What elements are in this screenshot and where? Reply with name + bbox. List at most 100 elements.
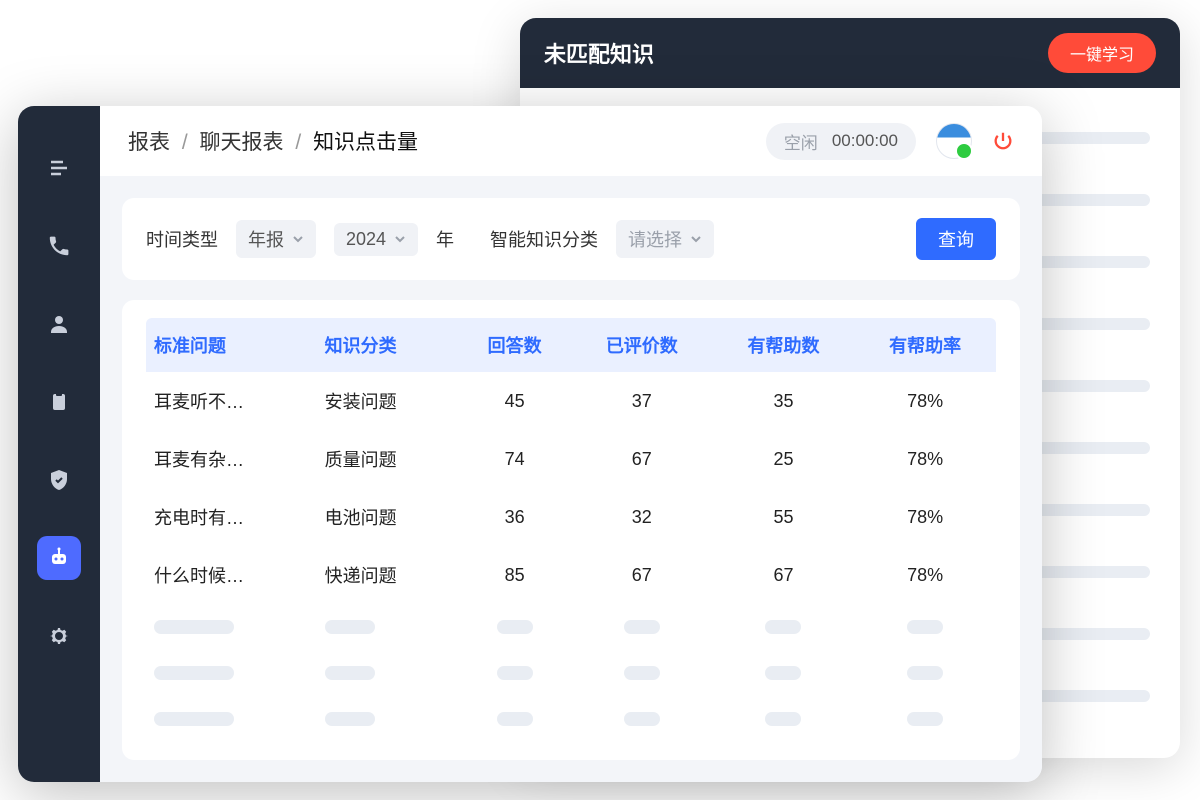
placeholder-cell bbox=[713, 604, 855, 650]
cell-rate: 78% bbox=[854, 546, 996, 604]
year-suffix: 年 bbox=[436, 226, 454, 252]
status-timer: 00:00:00 bbox=[832, 131, 898, 151]
placeholder-cell bbox=[571, 696, 713, 742]
placeholder-cell bbox=[458, 696, 571, 742]
placeholder-cell bbox=[317, 650, 459, 696]
year-select-value: 2024 bbox=[346, 229, 386, 250]
cell-cat: 电池问题 bbox=[317, 488, 459, 546]
breadcrumb-mid[interactable]: 聊天报表 bbox=[200, 131, 284, 154]
period-select-value: 年报 bbox=[248, 226, 284, 252]
status-label: 空闲 bbox=[784, 129, 818, 154]
sidebar-item-clipboard[interactable] bbox=[37, 380, 81, 424]
main-panel: 报表 / 聊天报表 / 知识点击量 空闲 00:00:00 时间类型 年报 bbox=[100, 106, 1042, 782]
cell-helpful: 55 bbox=[713, 488, 855, 546]
one-click-learn-button[interactable]: 一键学习 bbox=[1048, 33, 1156, 73]
table-row[interactable]: 充电时有…电池问题36325578% bbox=[146, 488, 996, 546]
category-select-placeholder: 请选择 bbox=[628, 226, 682, 252]
avatar[interactable] bbox=[936, 123, 972, 159]
cell-cat: 安装问题 bbox=[317, 372, 459, 430]
sidebar bbox=[18, 106, 100, 782]
chevron-down-icon bbox=[394, 233, 406, 245]
sidebar-item-call[interactable] bbox=[37, 224, 81, 268]
placeholder-cell bbox=[713, 696, 855, 742]
cell-rate: 78% bbox=[854, 372, 996, 430]
status-pill[interactable]: 空闲 00:00:00 bbox=[766, 123, 916, 160]
shield-icon bbox=[47, 468, 71, 492]
cell-rated: 67 bbox=[571, 546, 713, 604]
cell-q: 什么时候… bbox=[146, 546, 317, 604]
chevron-down-icon bbox=[292, 233, 304, 245]
cell-answers: 36 bbox=[458, 488, 571, 546]
col-category: 知识分类 bbox=[317, 318, 459, 372]
cell-helpful: 35 bbox=[713, 372, 855, 430]
menu-icon bbox=[47, 156, 71, 180]
table-row-placeholder bbox=[146, 650, 996, 696]
breadcrumb-root[interactable]: 报表 bbox=[128, 131, 170, 154]
gear-icon bbox=[47, 624, 71, 648]
cell-q: 耳麦有杂… bbox=[146, 430, 317, 488]
breadcrumb-separator: / bbox=[182, 131, 188, 154]
cell-rate: 78% bbox=[854, 430, 996, 488]
chevron-down-icon bbox=[690, 233, 702, 245]
category-label: 智能知识分类 bbox=[490, 226, 598, 252]
placeholder-cell bbox=[854, 650, 996, 696]
placeholder-cell bbox=[571, 604, 713, 650]
placeholder-cell bbox=[317, 604, 459, 650]
table-row[interactable]: 什么时候…快递问题85676778% bbox=[146, 546, 996, 604]
user-icon bbox=[47, 312, 71, 336]
filter-bar: 时间类型 年报 2024 年 智能知识分类 请选择 查询 bbox=[122, 198, 1020, 280]
breadcrumb-current: 知识点击量 bbox=[313, 131, 418, 154]
placeholder-cell bbox=[458, 604, 571, 650]
query-button[interactable]: 查询 bbox=[916, 218, 996, 260]
topbar: 报表 / 聊天报表 / 知识点击量 空闲 00:00:00 bbox=[100, 106, 1042, 176]
sidebar-item-bot[interactable] bbox=[37, 536, 81, 580]
breadcrumb: 报表 / 聊天报表 / 知识点击量 bbox=[128, 126, 418, 156]
cell-answers: 85 bbox=[458, 546, 571, 604]
placeholder-cell bbox=[146, 696, 317, 742]
results-table: 标准问题 知识分类 回答数 已评价数 有帮助数 有帮助率 耳麦听不…安装问题45… bbox=[146, 318, 996, 742]
col-answers: 回答数 bbox=[458, 318, 571, 372]
category-select[interactable]: 请选择 bbox=[616, 220, 714, 258]
col-rated: 已评价数 bbox=[571, 318, 713, 372]
cell-answers: 74 bbox=[458, 430, 571, 488]
sidebar-item-settings[interactable] bbox=[37, 614, 81, 658]
placeholder-cell bbox=[317, 696, 459, 742]
sidebar-item-user[interactable] bbox=[37, 302, 81, 346]
cell-rated: 67 bbox=[571, 430, 713, 488]
power-icon[interactable] bbox=[992, 130, 1014, 152]
back-window-header: 未匹配知识 一键学习 bbox=[520, 18, 1180, 88]
placeholder-cell bbox=[854, 604, 996, 650]
time-type-label: 时间类型 bbox=[146, 226, 218, 252]
table-row[interactable]: 耳麦听不…安装问题45373578% bbox=[146, 372, 996, 430]
col-question: 标准问题 bbox=[146, 318, 317, 372]
cell-answers: 45 bbox=[458, 372, 571, 430]
placeholder-cell bbox=[571, 650, 713, 696]
cell-helpful: 25 bbox=[713, 430, 855, 488]
cell-q: 耳麦听不… bbox=[146, 372, 317, 430]
breadcrumb-separator: / bbox=[295, 131, 301, 154]
cell-helpful: 67 bbox=[713, 546, 855, 604]
back-window-title: 未匹配知识 bbox=[544, 37, 654, 69]
phone-icon bbox=[47, 234, 71, 258]
placeholder-cell bbox=[146, 604, 317, 650]
placeholder-cell bbox=[458, 650, 571, 696]
table-row[interactable]: 耳麦有杂…质量问题74672578% bbox=[146, 430, 996, 488]
col-rate: 有帮助率 bbox=[854, 318, 996, 372]
cell-q: 充电时有… bbox=[146, 488, 317, 546]
sidebar-item-security[interactable] bbox=[37, 458, 81, 502]
placeholder-cell bbox=[854, 696, 996, 742]
cell-rate: 78% bbox=[854, 488, 996, 546]
cell-cat: 快递问题 bbox=[317, 546, 459, 604]
report-window: 报表 / 聊天报表 / 知识点击量 空闲 00:00:00 时间类型 年报 bbox=[18, 106, 1042, 782]
placeholder-cell bbox=[713, 650, 855, 696]
results-table-card: 标准问题 知识分类 回答数 已评价数 有帮助数 有帮助率 耳麦听不…安装问题45… bbox=[122, 300, 1020, 760]
table-row-placeholder bbox=[146, 696, 996, 742]
content-area: 时间类型 年报 2024 年 智能知识分类 请选择 查询 bbox=[100, 176, 1042, 782]
period-select[interactable]: 年报 bbox=[236, 220, 316, 258]
col-helpful: 有帮助数 bbox=[713, 318, 855, 372]
year-select[interactable]: 2024 bbox=[334, 223, 418, 256]
sidebar-item-menu[interactable] bbox=[37, 146, 81, 190]
cell-rated: 32 bbox=[571, 488, 713, 546]
topbar-right: 空闲 00:00:00 bbox=[766, 123, 1014, 160]
placeholder-cell bbox=[146, 650, 317, 696]
